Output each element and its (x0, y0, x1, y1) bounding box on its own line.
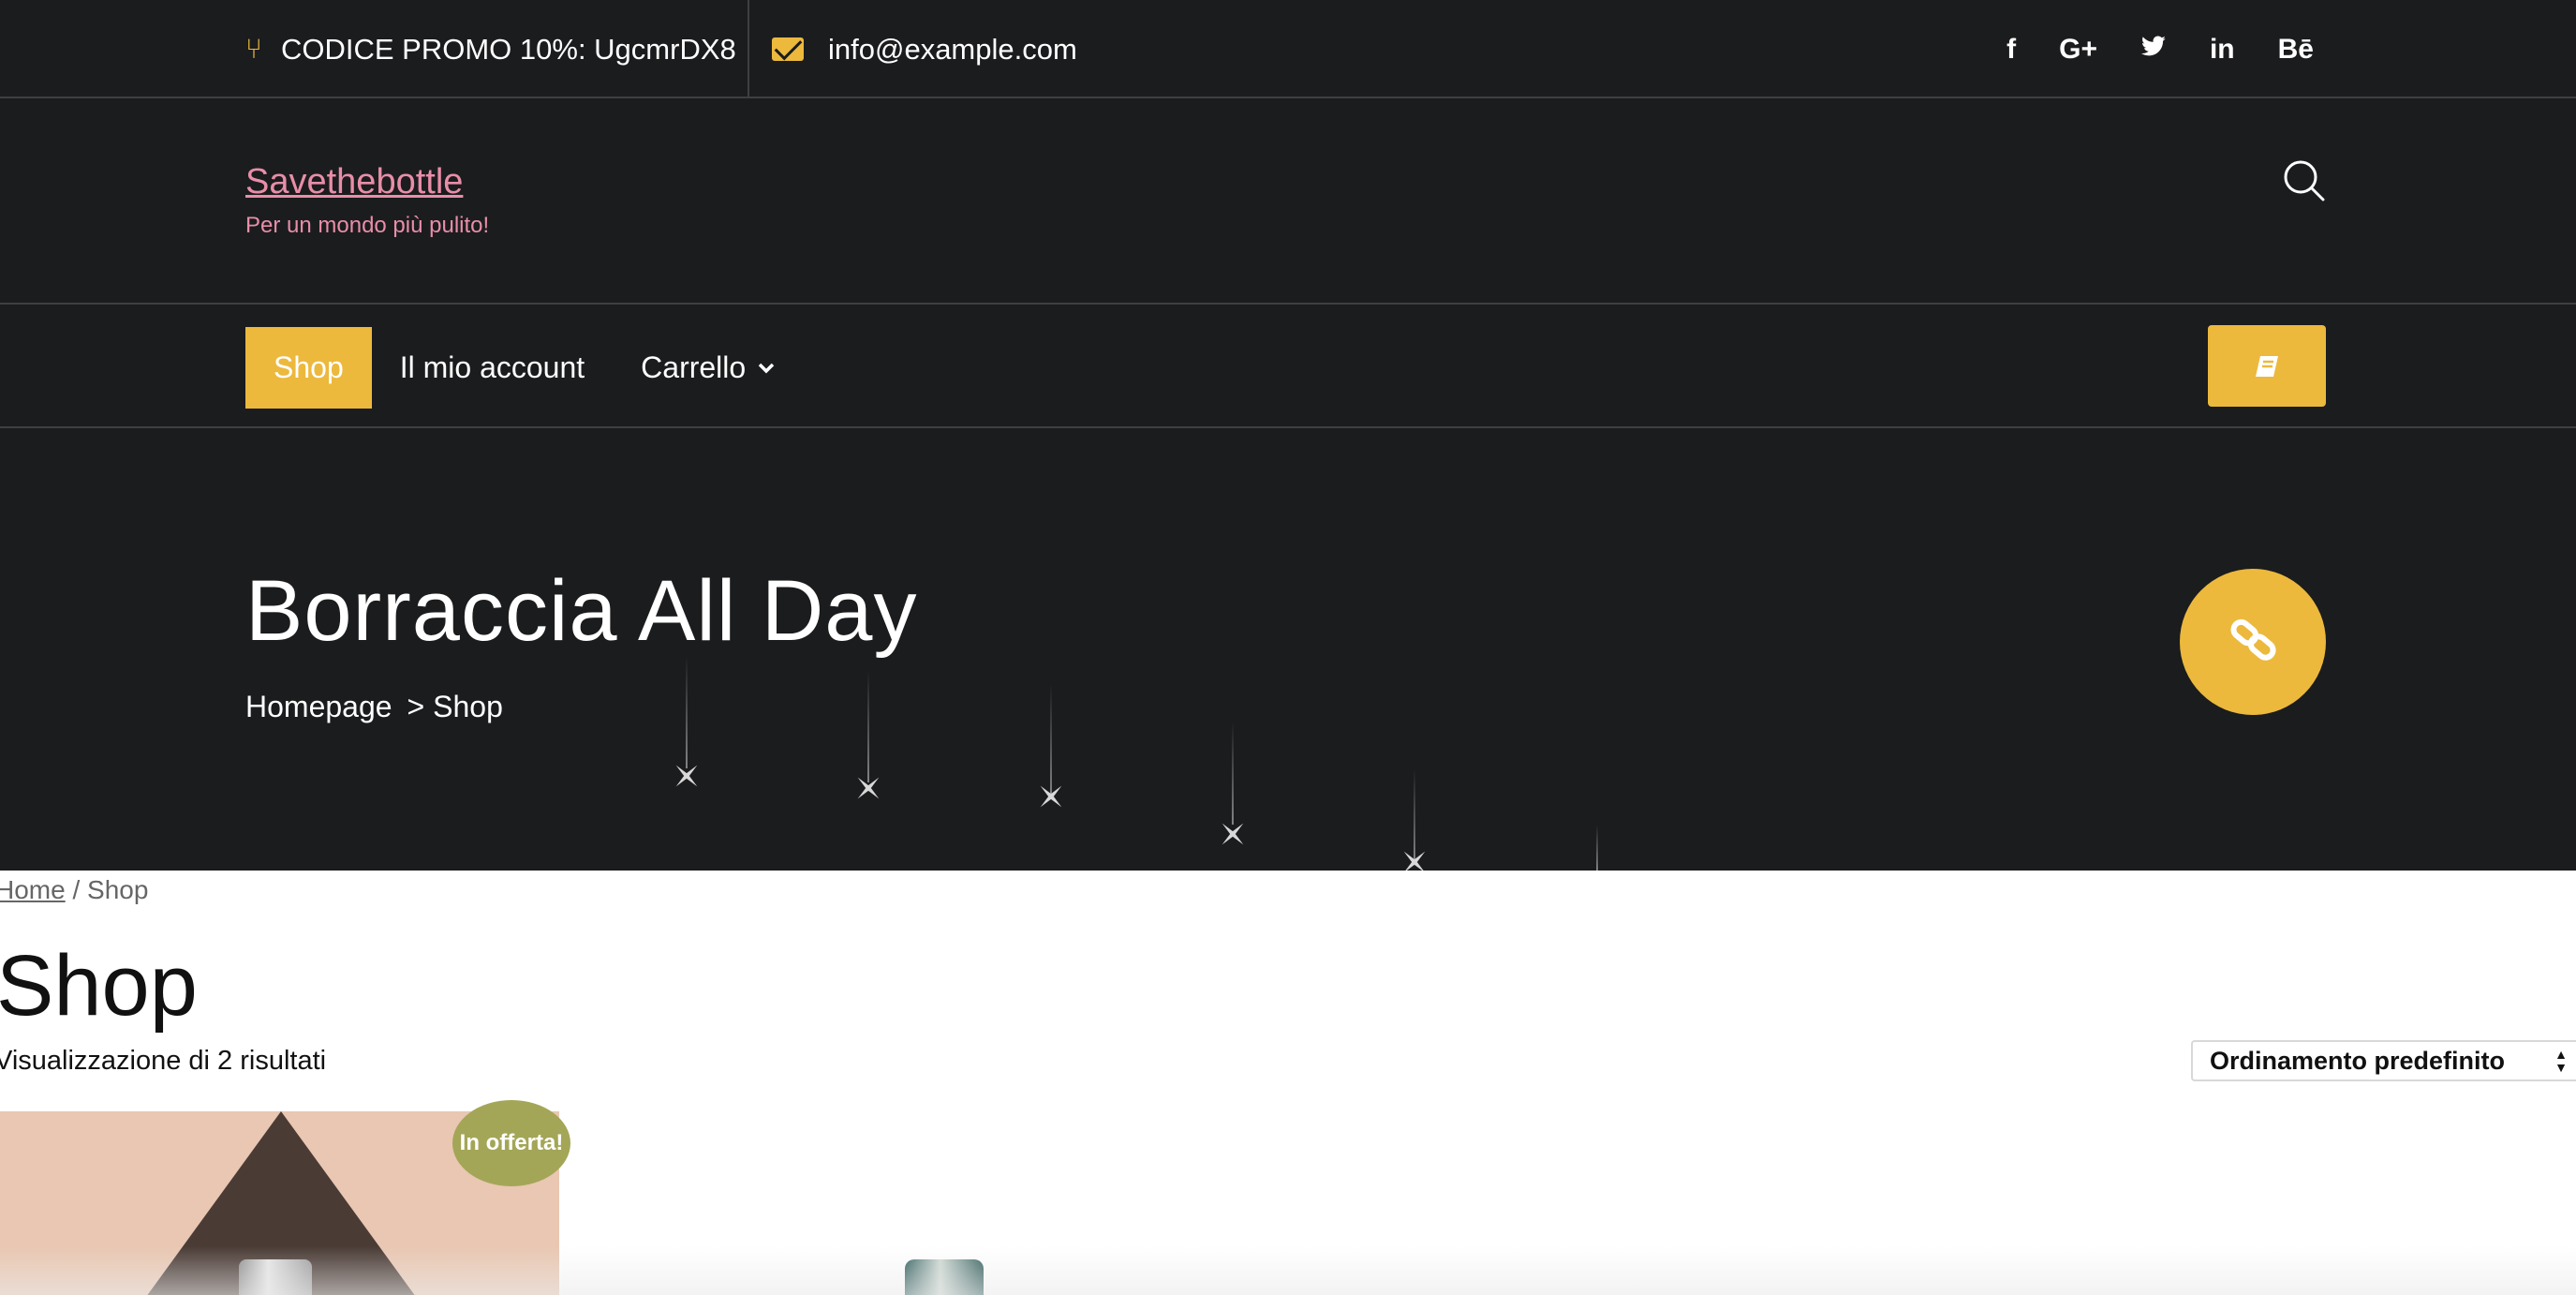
sparkle-icon (1221, 823, 1244, 845)
facebook-icon[interactable]: f (2006, 34, 2016, 66)
top-bar: ⑂ CODICE PROMO 10%: UgcmrDX8 info@exampl… (0, 0, 2576, 98)
envelope-icon (772, 37, 804, 61)
link-icon (2230, 618, 2276, 661)
linkedin-icon[interactable]: in (2210, 34, 2235, 66)
site-title-link[interactable]: Savethebottle (245, 162, 463, 202)
shop-breadcrumb-current: / Shop (65, 875, 149, 904)
nav-item-label: Carrello (641, 350, 747, 384)
select-arrows-icon: ▲ ▼ (2554, 1047, 2568, 1075)
promo-code: ⑂ CODICE PROMO 10%: UgcmrDX8 (245, 0, 736, 98)
twitter-icon[interactable] (2140, 34, 2167, 66)
main-nav: Shop Il mio account Carrello (245, 327, 804, 409)
sparkle-decoration (1232, 722, 1234, 825)
brand-bar: Savethebottle Per un mondo più pulito! (0, 98, 2576, 305)
search-icon[interactable] (2282, 158, 2325, 201)
email-link[interactable]: info@example.com (772, 0, 1077, 98)
sparkle-decoration (1596, 825, 1598, 871)
branch-icon: ⑂ (245, 33, 262, 65)
nav-item-label: Shop (274, 350, 344, 384)
site-header: ⑂ CODICE PROMO 10%: UgcmrDX8 info@exampl… (0, 0, 2576, 871)
chevron-down-icon (758, 363, 775, 373)
page-title: Borraccia All Day (245, 563, 918, 659)
book-icon (2256, 355, 2278, 377)
email-text[interactable]: info@example.com (828, 33, 1077, 67)
breadcrumb-home[interactable]: Homepage (245, 690, 392, 724)
nav-item-account[interactable]: Il mio account (372, 327, 613, 409)
nav-item-shop[interactable]: Shop (245, 327, 372, 409)
link-button[interactable] (2180, 569, 2326, 715)
product-image[interactable] (905, 1259, 984, 1295)
shop-breadcrumb-home[interactable]: Home (0, 875, 66, 904)
shop-title: Shop (0, 938, 198, 1034)
product-bottle (239, 1259, 312, 1295)
sparkle-icon (1403, 851, 1426, 871)
sparkle-icon (675, 765, 698, 787)
breadcrumb-current: > Shop (407, 690, 503, 723)
result-count: Visualizzazione di 2 risultati (0, 1046, 327, 1076)
google-plus-icon[interactable]: G+ (2059, 34, 2097, 66)
main-nav-bar: Shop Il mio account Carrello (0, 305, 2576, 428)
book-button[interactable] (2208, 325, 2326, 407)
nav-item-label: Il mio account (399, 350, 585, 384)
sparkle-decoration (867, 670, 869, 782)
divider (748, 0, 749, 98)
orderby-value: Ordinamento predefinito (2210, 1046, 2506, 1075)
sale-badge: In offerta! (452, 1100, 570, 1186)
breadcrumb: Homepage > Shop (245, 690, 503, 724)
social-links: f G+ in Bē (2006, 0, 2314, 98)
sparkle-decoration (686, 656, 688, 768)
promo-text: CODICE PROMO 10%: UgcmrDX8 (281, 32, 736, 66)
behance-icon[interactable]: Bē (2278, 34, 2314, 66)
site-tagline: Per un mondo più pulito! (245, 213, 490, 238)
sparkle-icon (1040, 785, 1062, 808)
sparkle-icon (857, 777, 880, 799)
nav-item-cart[interactable]: Carrello (613, 327, 804, 409)
orderby-select[interactable]: Ordinamento predefinito ▲ ▼ (2191, 1040, 2576, 1081)
shop-breadcrumb: Home / Shop (0, 875, 148, 905)
